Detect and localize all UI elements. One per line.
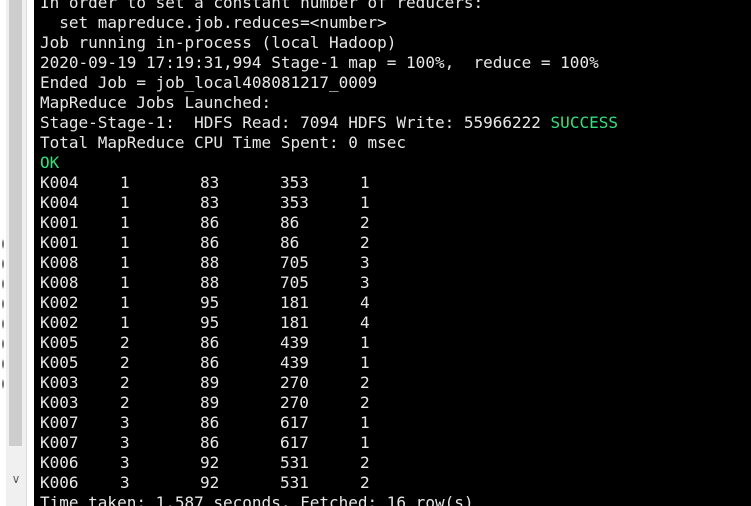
result-cell: K006 — [40, 453, 79, 472]
terminal-line: Ended Job = job_local408081217_0009 — [40, 73, 378, 92]
result-cell: 2 — [120, 373, 130, 392]
result-cell: K004 — [40, 173, 79, 192]
result-cell: 1 — [120, 313, 130, 332]
result-cell: 181 — [280, 313, 309, 332]
result-cell: 2 — [360, 373, 370, 392]
result-cell: 3 — [120, 413, 130, 432]
result-cell: 86 — [200, 353, 220, 372]
vertical-scrollbar[interactable]: ∨ — [6, 0, 27, 506]
result-cell: K004 — [40, 193, 79, 212]
result-cell: 2 — [120, 333, 130, 352]
result-cell: 92 — [200, 473, 220, 492]
result-cell: 3 — [120, 433, 130, 452]
result-cell: 92 — [200, 453, 220, 472]
result-cell: 1 — [360, 333, 370, 352]
result-cell: 4 — [360, 293, 370, 312]
result-cell: K005 — [40, 353, 79, 372]
result-cell: 89 — [200, 373, 220, 392]
result-cell: 2 — [360, 393, 370, 412]
result-cell: K007 — [40, 413, 79, 432]
terminal-output[interactable]: In order to set a constant number of red… — [34, 0, 751, 506]
result-cell: 86 — [200, 413, 220, 432]
result-cell: 439 — [280, 353, 309, 372]
result-cell: 3 — [120, 473, 130, 492]
result-cell: 1 — [360, 173, 370, 192]
result-cell: 617 — [280, 413, 309, 432]
result-cell: K001 — [40, 233, 79, 252]
result-cell: 86 — [200, 213, 220, 232]
result-cell: 2 — [360, 233, 370, 252]
result-cell: K005 — [40, 333, 79, 352]
result-cell: K003 — [40, 393, 79, 412]
result-cell: 1 — [120, 213, 130, 232]
result-cell: 617 — [280, 433, 309, 452]
result-cell: 86 — [200, 233, 220, 252]
result-cell: 86 — [200, 433, 220, 452]
result-cell: 2 — [120, 353, 130, 372]
result-cell: 353 — [280, 193, 309, 212]
result-cell: K003 — [40, 373, 79, 392]
result-cell: 86 — [280, 233, 300, 252]
result-cell: 1 — [360, 193, 370, 212]
ok-status: OK — [40, 153, 60, 172]
result-cell: 1 — [120, 273, 130, 292]
success-status: SUCCESS — [550, 113, 618, 132]
result-cell: 531 — [280, 473, 309, 492]
result-cell: 3 — [360, 273, 370, 292]
terminal-line: Time taken: 1.587 seconds, Fetched: 16 r… — [40, 493, 474, 506]
result-cell: 88 — [200, 273, 220, 292]
terminal-line: Total MapReduce CPU Time Spent: 0 msec — [40, 133, 407, 152]
scrollbar-thumb[interactable] — [9, 0, 22, 446]
result-cell: 83 — [200, 173, 220, 192]
result-cell: K006 — [40, 473, 79, 492]
result-cell: 1 — [360, 413, 370, 432]
result-cell: 705 — [280, 253, 309, 272]
terminal-line: MapReduce Jobs Launched: — [40, 93, 272, 112]
result-cell: K002 — [40, 313, 79, 332]
result-cell: 95 — [200, 313, 220, 332]
chevron-down-icon[interactable]: ∨ — [6, 468, 26, 490]
result-cell: 83 — [200, 193, 220, 212]
result-cell: 1 — [120, 233, 130, 252]
terminal-window: ∨ In order to set a constant number of r… — [0, 0, 751, 506]
result-cell: 181 — [280, 293, 309, 312]
result-cell: K008 — [40, 253, 79, 272]
result-cell: 705 — [280, 273, 309, 292]
result-cell: K001 — [40, 213, 79, 232]
result-cell: 353 — [280, 173, 309, 192]
result-cell: 2 — [360, 473, 370, 492]
result-cell: 3 — [360, 253, 370, 272]
result-cell: 1 — [360, 433, 370, 452]
result-cell: 2 — [120, 393, 130, 412]
terminal-line: 2020-09-19 17:19:31,994 Stage-1 map = 10… — [40, 53, 599, 72]
result-cell: K007 — [40, 433, 79, 452]
result-cell: 2 — [360, 453, 370, 472]
result-cell: 270 — [280, 373, 309, 392]
result-cell: 270 — [280, 393, 309, 412]
result-cell: 86 — [280, 213, 300, 232]
terminal-line: Job running in-process (local Hadoop) — [40, 33, 397, 52]
result-cell: K008 — [40, 273, 79, 292]
result-cell: 2 — [360, 213, 370, 232]
result-cell: 1 — [360, 353, 370, 372]
result-cell: 1 — [120, 293, 130, 312]
result-cell: 3 — [120, 453, 130, 472]
stage-summary-line: Stage-Stage-1: HDFS Read: 7094 HDFS Writ… — [40, 113, 618, 133]
result-cell: 95 — [200, 293, 220, 312]
result-cell: 88 — [200, 253, 220, 272]
terminal-line: In order to set a constant number of red… — [40, 0, 484, 12]
result-cell: 4 — [360, 313, 370, 332]
result-cell: 89 — [200, 393, 220, 412]
stage-summary-text: Stage-Stage-1: HDFS Read: 7094 HDFS Writ… — [40, 113, 551, 132]
result-cell: 86 — [200, 333, 220, 352]
terminal-line: set mapreduce.job.reduces=<number> — [40, 13, 387, 32]
result-cell: 1 — [120, 193, 130, 212]
result-cell: 439 — [280, 333, 309, 352]
result-cell: 1 — [120, 173, 130, 192]
result-cell: 531 — [280, 453, 309, 472]
result-cell: 1 — [120, 253, 130, 272]
result-cell: K002 — [40, 293, 79, 312]
